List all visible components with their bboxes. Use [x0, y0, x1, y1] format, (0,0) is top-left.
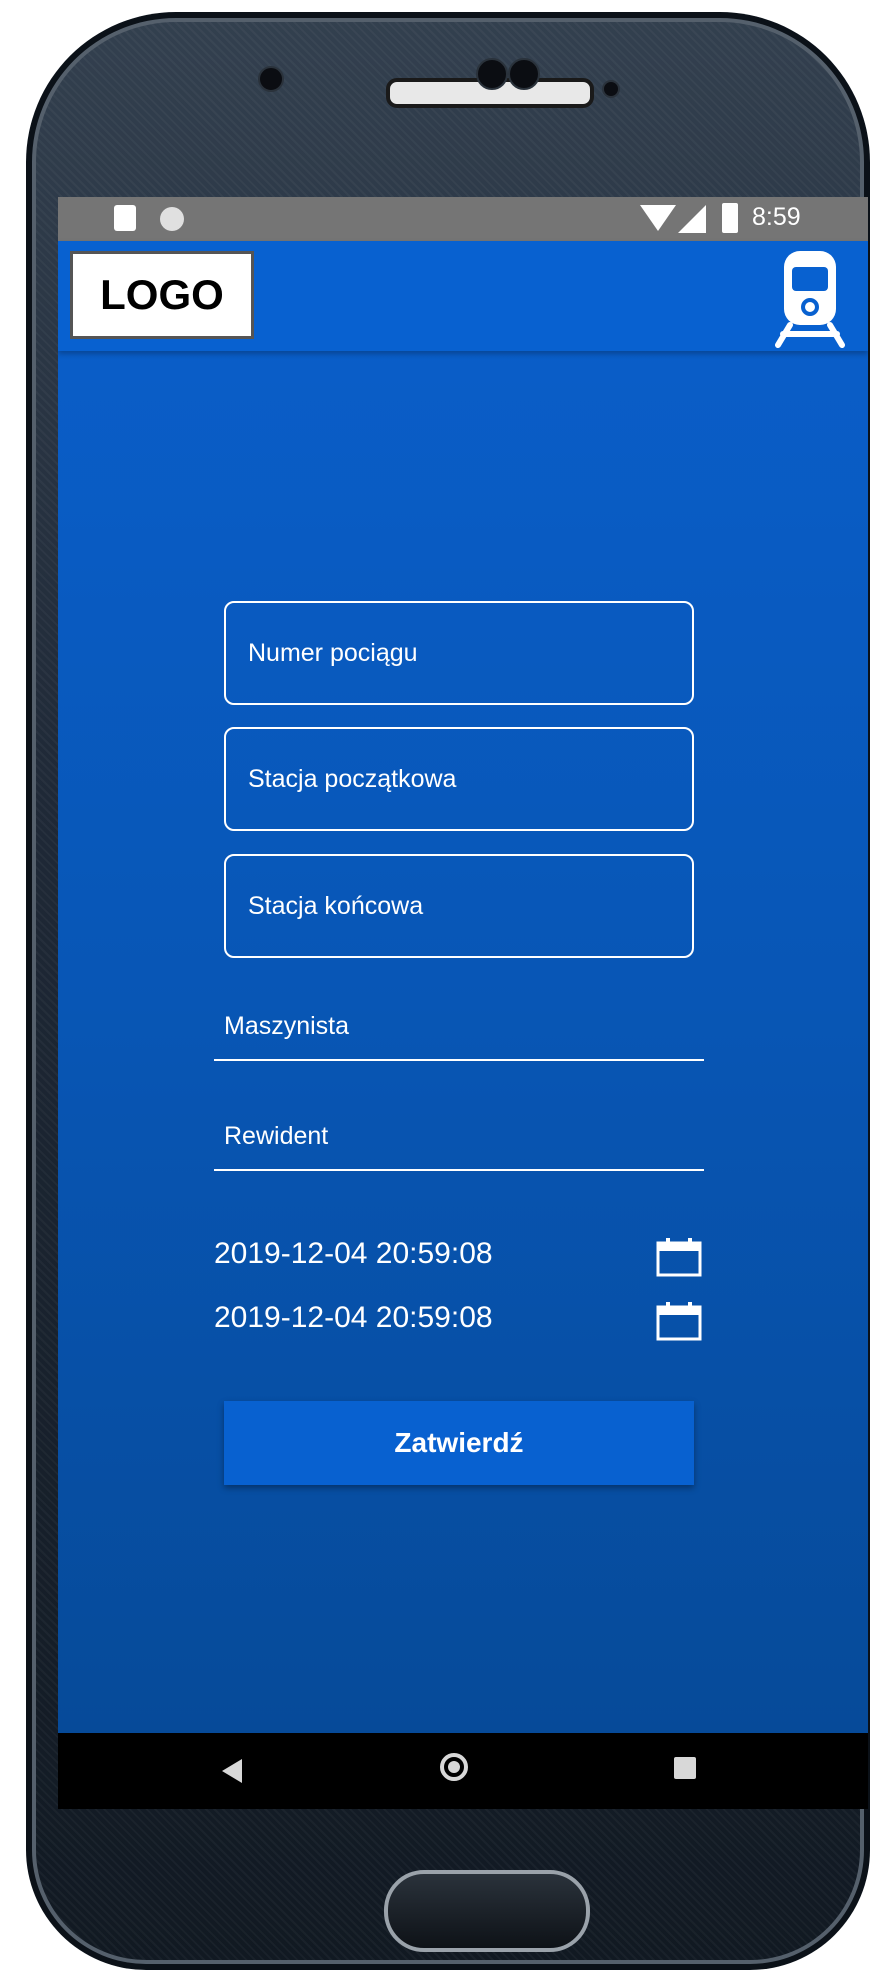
end-station-input[interactable]: Stacja końcowa — [224, 854, 694, 958]
wifi-icon — [640, 205, 676, 231]
status-time: 8:59 — [752, 203, 801, 231]
train-number-placeholder: Numer pociągu — [248, 638, 418, 667]
train-number-input[interactable]: Numer pociągu — [224, 601, 694, 705]
sensor — [602, 80, 620, 98]
app-bar: LOGO — [58, 241, 868, 351]
hardware-home-button[interactable] — [384, 1870, 590, 1952]
status-bar: 8:59 — [58, 197, 868, 241]
signal-icon — [678, 205, 706, 233]
submit-button[interactable]: Zatwierdź — [224, 1401, 694, 1485]
home-icon[interactable] — [440, 1753, 468, 1781]
app-screen: 8:59 LOGO Numer pociągu Stacja początkow… — [58, 197, 868, 1809]
logo: LOGO — [70, 251, 254, 339]
train-icon[interactable] — [772, 245, 848, 349]
recents-icon[interactable] — [674, 1757, 696, 1779]
battery-icon — [722, 203, 738, 233]
start-station-placeholder: Stacja początkowa — [248, 764, 457, 793]
driver-placeholder: Maszynista — [224, 1012, 350, 1040]
sensor — [476, 58, 508, 90]
end-station-placeholder: Stacja końcowa — [248, 891, 424, 920]
notification-dot-icon — [160, 207, 184, 231]
sensor — [508, 58, 540, 90]
datetime-start-value: 2019-12-04 20:59:08 — [214, 1237, 493, 1270]
inspector-placeholder: Rewident — [224, 1122, 329, 1150]
sd-card-icon — [114, 205, 136, 231]
navigation-bar — [58, 1733, 868, 1809]
datetime-end-value: 2019-12-04 20:59:08 — [214, 1301, 493, 1334]
calendar-icon[interactable] — [656, 1237, 702, 1277]
inspector-input[interactable]: Rewident — [214, 1107, 704, 1171]
calendar-icon[interactable] — [656, 1301, 702, 1341]
start-station-input[interactable]: Stacja początkowa — [224, 727, 694, 831]
back-icon[interactable] — [222, 1759, 242, 1783]
front-camera — [258, 66, 284, 92]
driver-input[interactable]: Maszynista — [214, 997, 704, 1061]
